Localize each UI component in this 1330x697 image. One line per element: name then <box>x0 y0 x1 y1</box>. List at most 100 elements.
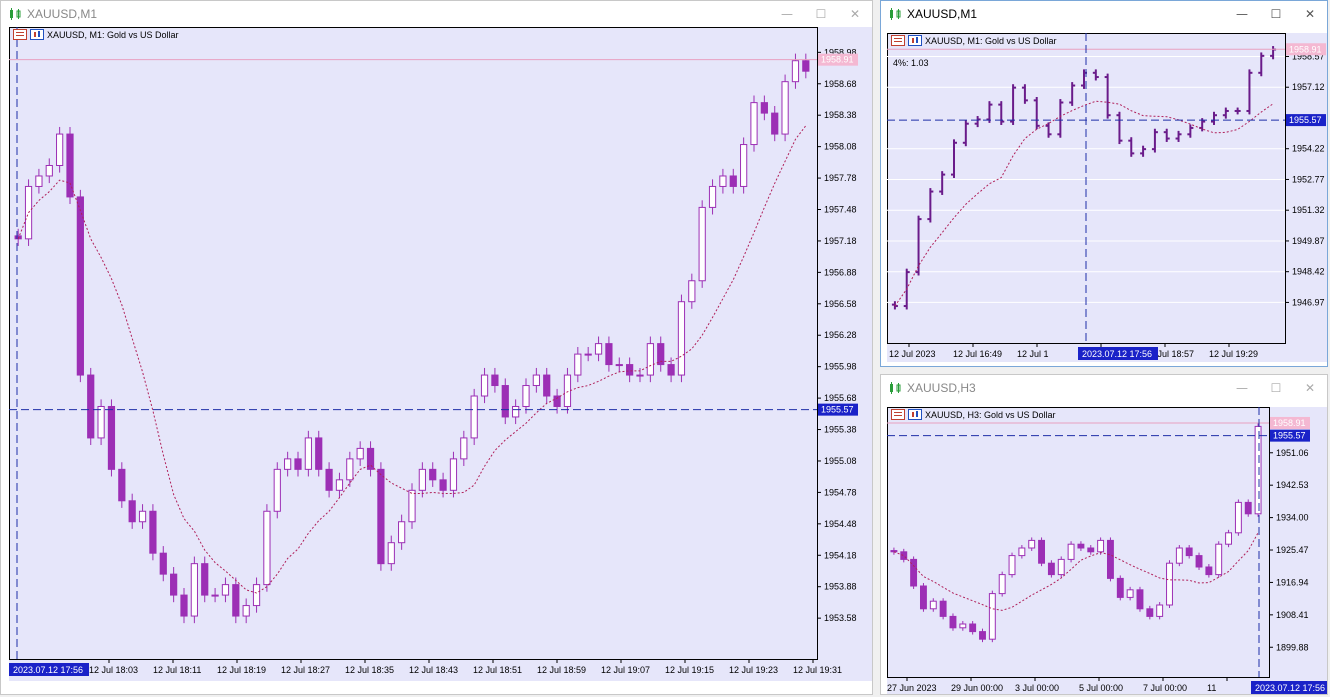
candle-body <box>605 343 613 366</box>
candle-body <box>252 584 261 607</box>
candle-body <box>1156 604 1164 617</box>
time-tick-label: 12 Jul 18:51 <box>473 665 522 675</box>
candle-body <box>429 468 437 481</box>
list-icon[interactable] <box>891 409 905 420</box>
candlestick-app-icon <box>890 382 901 394</box>
price-tick-label: 1956.28 <box>824 330 857 340</box>
symbol-icon[interactable] <box>908 35 922 46</box>
candle-body <box>1077 543 1085 549</box>
candle-body <box>377 468 385 565</box>
top-right-window-title: XAUUSD,M1 <box>907 7 978 21</box>
candle-body <box>398 521 406 544</box>
time-tick-label: 12 Jul 1 <box>1017 349 1049 359</box>
top-right-chart-svg[interactable]: 1958.571957.121954.221952.771951.321949.… <box>887 33 1328 362</box>
candle-body <box>988 593 996 640</box>
price-tick-label: 1916.94 <box>1276 577 1309 587</box>
candle-body <box>1067 543 1075 560</box>
candle-body <box>45 164 53 177</box>
candle-body <box>563 374 572 407</box>
time-tick-label: 12 Jul 18:43 <box>409 665 458 675</box>
price-tick-label: 1958.68 <box>824 79 857 89</box>
price-tick-label: 1956.58 <box>824 299 857 309</box>
bottom-right-chart-area[interactable]: 1951.06 1942.53 1934.00 1925.47 1916.94 1908.… <box>887 407 1328 695</box>
candle-body <box>750 102 758 146</box>
candle-body <box>418 468 426 491</box>
crosshair-time-label: 2023.07.12 17:56 <box>1255 683 1325 693</box>
candle-body <box>1136 589 1144 610</box>
top-right-chart-window[interactable]: XAUUSD,M1 — ☐ ✕ 1958.57 1957.12 1954.22 195… <box>880 0 1328 367</box>
list-icon[interactable] <box>891 35 905 46</box>
candle-body <box>740 144 748 187</box>
time-tick-label: 12 Jul 19:31 <box>793 665 842 675</box>
candle-body <box>1225 532 1233 545</box>
candle-body <box>1205 566 1213 576</box>
candle-body <box>646 343 654 376</box>
main-chart-area[interactable]: 1958.98 1958.68 1958.38 1958.08 1957.78 1957.… <box>9 27 872 681</box>
candle-body <box>890 550 898 553</box>
candle-body <box>284 458 292 470</box>
price-tick-label: 1954.78 <box>824 487 857 497</box>
candle-body <box>1254 425 1262 515</box>
top-right-chart-area[interactable]: 1958.57 1957.12 1954.22 1952.77 1951.32 1949.… <box>887 33 1328 362</box>
minimize-button[interactable]: — <box>1225 375 1259 401</box>
indicator-label: 4%: 1.03 <box>893 58 929 68</box>
price-tick-label: 1953.58 <box>824 613 857 623</box>
close-button[interactable]: ✕ <box>1293 1 1327 27</box>
candle-body <box>719 175 727 187</box>
main-chart-svg[interactable]: 1958.981958.681958.381958.081957.781957.… <box>9 27 872 681</box>
candle-body <box>1028 539 1036 549</box>
candle-body <box>1106 539 1114 579</box>
time-tick-label: 11 <box>1207 683 1216 693</box>
price-tick-label: 1942.53 <box>1276 480 1309 490</box>
close-button[interactable]: ✕ <box>1293 375 1327 401</box>
candle-body <box>470 395 478 439</box>
candle-body <box>1195 555 1203 568</box>
price-tick-label: 1949.87 <box>1292 236 1325 246</box>
crosshair-time-label: 2023.07.12 17:56 <box>13 665 83 675</box>
price-tick-label: 1908.41 <box>1276 610 1309 620</box>
crosshair-time-label: 2023.07.12 17:56 <box>1082 349 1152 359</box>
candle-body <box>118 468 126 502</box>
candle-body <box>626 364 634 376</box>
top-right-window-titlebar[interactable]: XAUUSD,M1 — ☐ ✕ <box>881 1 1327 27</box>
price-tick-label: 1955.68 <box>824 393 857 403</box>
close-button[interactable]: ✕ <box>838 1 872 27</box>
list-icon[interactable] <box>13 29 27 40</box>
candle-body <box>532 374 540 387</box>
symbol-icon[interactable] <box>908 409 922 420</box>
candle-body <box>1215 543 1223 576</box>
minimize-button[interactable]: — <box>770 1 804 27</box>
candle-body <box>708 185 717 208</box>
candle-body <box>760 102 768 114</box>
maximize-button[interactable]: ☐ <box>1259 1 1293 27</box>
candle-body <box>574 353 582 376</box>
minimize-button[interactable]: — <box>1225 1 1259 27</box>
price-tick-label: 1955.98 <box>824 362 857 372</box>
main-chart-window[interactable]: XAUUSD,M1 — ☐ ✕ 1958.98 1958.68 1958.38 195… <box>0 0 873 695</box>
candle-body <box>584 353 592 356</box>
candle-body <box>211 594 219 597</box>
candle-body <box>180 594 188 617</box>
candle-body <box>76 196 84 376</box>
candle-body <box>315 437 323 470</box>
candle-body <box>781 81 789 135</box>
candle-body <box>56 133 64 166</box>
time-tick-label: 12 Jul 18:03 <box>89 665 138 675</box>
price-tick-label: 1958.08 <box>824 142 857 152</box>
candle-body <box>201 563 209 596</box>
candle-body <box>356 447 364 460</box>
bottom-right-chart-window[interactable]: XAUUSD,H3 — ☐ ✕ 1951.06 1942.53 1934.00 192… <box>880 374 1328 695</box>
symbol-icon[interactable] <box>30 29 44 40</box>
bid-price-label: 1958.91 <box>1273 418 1306 428</box>
price-tick-label: 1925.47 <box>1276 545 1309 555</box>
candle-body <box>35 175 43 187</box>
price-tick-label: 1957.12 <box>1292 82 1325 92</box>
maximize-button[interactable]: ☐ <box>1259 375 1293 401</box>
maximize-button[interactable]: ☐ <box>804 1 838 27</box>
main-window-titlebar[interactable]: XAUUSD,M1 — ☐ ✕ <box>1 1 872 27</box>
main-chart-symbol-label: XAUUSD, M1: Gold vs US Dollar <box>13 29 179 40</box>
time-tick-label: 12 Jul 19:07 <box>601 665 650 675</box>
bottom-right-chart-svg[interactable]: 1951.06 1942.53 1934.00 1925.47 1916.94 1908.… <box>887 407 1328 695</box>
candle-body <box>636 374 644 377</box>
bottom-right-window-titlebar[interactable]: XAUUSD,H3 — ☐ ✕ <box>881 375 1327 401</box>
